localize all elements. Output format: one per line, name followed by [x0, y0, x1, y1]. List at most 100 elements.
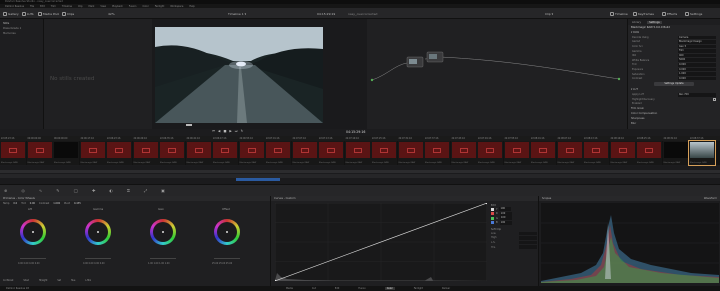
clip-thumbnail[interactable]: Blackmagic RAW: [53, 141, 79, 165]
clip-thumbnail[interactable]: Blackmagic RAW: [477, 141, 503, 165]
wheels-footer-param[interactable]: Col Boost: [3, 279, 13, 282]
timeline-selector[interactable]: Timeline 1 ▾: [228, 10, 246, 17]
page-tab-media[interactable]: Media: [286, 287, 293, 290]
page-tab-deliver[interactable]: Deliver: [442, 287, 450, 290]
scrubber-handle[interactable]: [186, 124, 192, 126]
master-wheel-slider[interactable]: [85, 258, 111, 260]
wheel-values[interactable]: 25.00 25.00 25.00: [212, 262, 232, 265]
contrast-value[interactable]: 1.000: [53, 202, 60, 205]
keyframes-button[interactable]: Keyframes: [633, 10, 654, 17]
clip-thumbnail[interactable]: Blackmagic RAW: [503, 141, 530, 165]
clip-thumbnail[interactable]: Blackmagic RAW: [371, 141, 397, 165]
tab-library[interactable]: Library: [632, 21, 641, 24]
clip-thumbnail[interactable]: Blackmagic RAW: [450, 141, 477, 165]
master-wheel-slider[interactable]: [150, 258, 176, 260]
channel-swatch[interactable]: [491, 221, 494, 225]
pivot-value[interactable]: 0.435: [74, 202, 81, 205]
clip-thumbnail[interactable]: Blackmagic RAW: [185, 141, 212, 165]
clip-thumbnail[interactable]: Blackmagic RAW: [238, 141, 265, 165]
scope-mode-selector[interactable]: Waveform: [704, 197, 717, 200]
luts-button[interactable]: LUTs: [22, 10, 34, 17]
param-value[interactable]: Blackmagic Design: [678, 40, 716, 44]
clip-thumbnail[interactable]: Blackmagic RAW: [159, 141, 185, 165]
clip-mode-selector[interactable]: Clip ▾: [545, 10, 553, 17]
color-match-icon[interactable]: ⊕: [4, 188, 7, 193]
temp-value[interactable]: 0.0: [13, 202, 17, 205]
reverse-play-icon[interactable]: ◀: [218, 129, 220, 133]
color-wheel[interactable]: [85, 219, 111, 245]
clip-thumbnail[interactable]: Blackmagic RAW: [26, 141, 53, 165]
loop-icon[interactable]: ↻: [241, 129, 244, 133]
window-icon[interactable]: ◯: [74, 188, 78, 193]
settings-update-button[interactable]: Settings Update: [654, 81, 694, 87]
tint-value[interactable]: 0.00: [30, 202, 35, 205]
channel-intensity[interactable]: 100: [499, 216, 512, 221]
wheel-puck[interactable]: [226, 231, 228, 233]
play-icon[interactable]: ▶: [229, 129, 231, 133]
curves-icon[interactable]: ∿: [39, 188, 42, 193]
clip-thumbnail[interactable]: Blackmagic RAW: [662, 141, 689, 165]
clip-thumbnail[interactable]: Blackmagic RAW: [397, 141, 424, 165]
timeline-button[interactable]: Timeline: [610, 10, 628, 17]
master-wheel-slider[interactable]: [214, 258, 240, 260]
page-tab-fusion[interactable]: Fusion: [358, 287, 365, 290]
clip-thumbnail[interactable]: Blackmagic RAW: [344, 141, 371, 165]
wheels-footer-param[interactable]: Hue: [71, 279, 75, 282]
wheel-values[interactable]: 0.00 0.00 0.00 0.00: [83, 262, 105, 265]
skip-forward-icon[interactable]: ⏭: [235, 129, 238, 133]
clip-thumbnail[interactable]: Blackmagic RAW: [291, 141, 318, 165]
highlight-checkbox[interactable]: [713, 97, 716, 101]
wheels-footer-param[interactable]: Hi/Light: [39, 279, 47, 282]
clips-button[interactable]: Clips: [62, 10, 74, 17]
clip-thumbnail[interactable]: Blackmagic RAW: [132, 141, 159, 165]
page-tab-edit[interactable]: Edit: [335, 287, 339, 290]
channel-intensity[interactable]: 100: [499, 211, 512, 216]
settings-button[interactable]: Settings: [685, 10, 702, 17]
clip-thumbnail[interactable]: Blackmagic RAW: [318, 141, 344, 165]
clip-thumbnail[interactable]: Blackmagic RAW: [530, 141, 556, 165]
color-wheel[interactable]: [214, 219, 240, 245]
clip-thumbnail[interactable]: Blackmagic RAW: [265, 141, 291, 165]
clip-thumbnail[interactable]: Blackmagic RAW: [424, 141, 450, 165]
wheels-footer-param[interactable]: Shad: [23, 279, 29, 282]
color-wheel[interactable]: [20, 219, 46, 245]
channel-intensity[interactable]: 100: [499, 207, 512, 212]
album-memories[interactable]: Memories: [0, 31, 43, 36]
gallery-button[interactable]: Gallery: [3, 10, 19, 17]
zoom-level[interactable]: 42%: [108, 10, 115, 17]
stop-icon[interactable]: ■: [223, 129, 226, 133]
param-value[interactable]: 0.000: [678, 63, 716, 67]
master-wheel-slider[interactable]: [20, 258, 46, 260]
primaries-icon[interactable]: ◎: [21, 188, 25, 193]
mini-timeline[interactable]: [0, 166, 720, 184]
clip-thumbnail[interactable]: Blackmagic RAW: [636, 141, 662, 165]
lut-select[interactable]: Rec.709: [678, 92, 716, 97]
channel-swatch[interactable]: [491, 216, 494, 220]
wheel-values[interactable]: 1.00 1.00 1.00 1.00: [148, 262, 170, 265]
clip-thumbnail[interactable]: Blackmagic RAW: [106, 141, 132, 165]
param-value[interactable]: 5600: [678, 58, 716, 63]
video-frame[interactable]: [155, 27, 323, 123]
wheel-values[interactable]: 0.00 0.00 0.00 0.00: [18, 262, 40, 265]
page-tab-color[interactable]: Color: [384, 286, 395, 290]
clip-thumbnail[interactable]: Blackmagic RAW: [688, 140, 716, 166]
param-value[interactable]: Camera: [678, 35, 716, 40]
channel-swatch[interactable]: [491, 212, 494, 216]
channel-swatch[interactable]: [491, 207, 494, 211]
param-value[interactable]: 400: [678, 53, 716, 58]
clip-thumbnail[interactable]: Blackmagic RAW: [583, 141, 609, 165]
param-value[interactable]: Gen 5: [678, 44, 716, 49]
wheel-puck[interactable]: [32, 231, 34, 233]
inspector-section[interactable]: Blur: [628, 121, 720, 126]
clip-thumbnail[interactable]: Blackmagic RAW: [212, 141, 238, 165]
param-value[interactable]: Film: [678, 49, 716, 53]
curve-graph[interactable]: [275, 203, 487, 281]
qualifier-icon[interactable]: ✎: [56, 188, 59, 193]
color-wheel[interactable]: [150, 219, 176, 245]
page-tab-fairlight[interactable]: Fairlight: [414, 287, 423, 290]
param-value[interactable]: 0.000: [678, 67, 716, 72]
wheels-footer-param[interactable]: Sat: [57, 279, 61, 282]
clip-thumbnail[interactable]: Blackmagic RAW: [79, 141, 106, 165]
3d-icon[interactable]: ▣: [161, 188, 165, 193]
tracker-icon[interactable]: ✚: [92, 188, 95, 193]
